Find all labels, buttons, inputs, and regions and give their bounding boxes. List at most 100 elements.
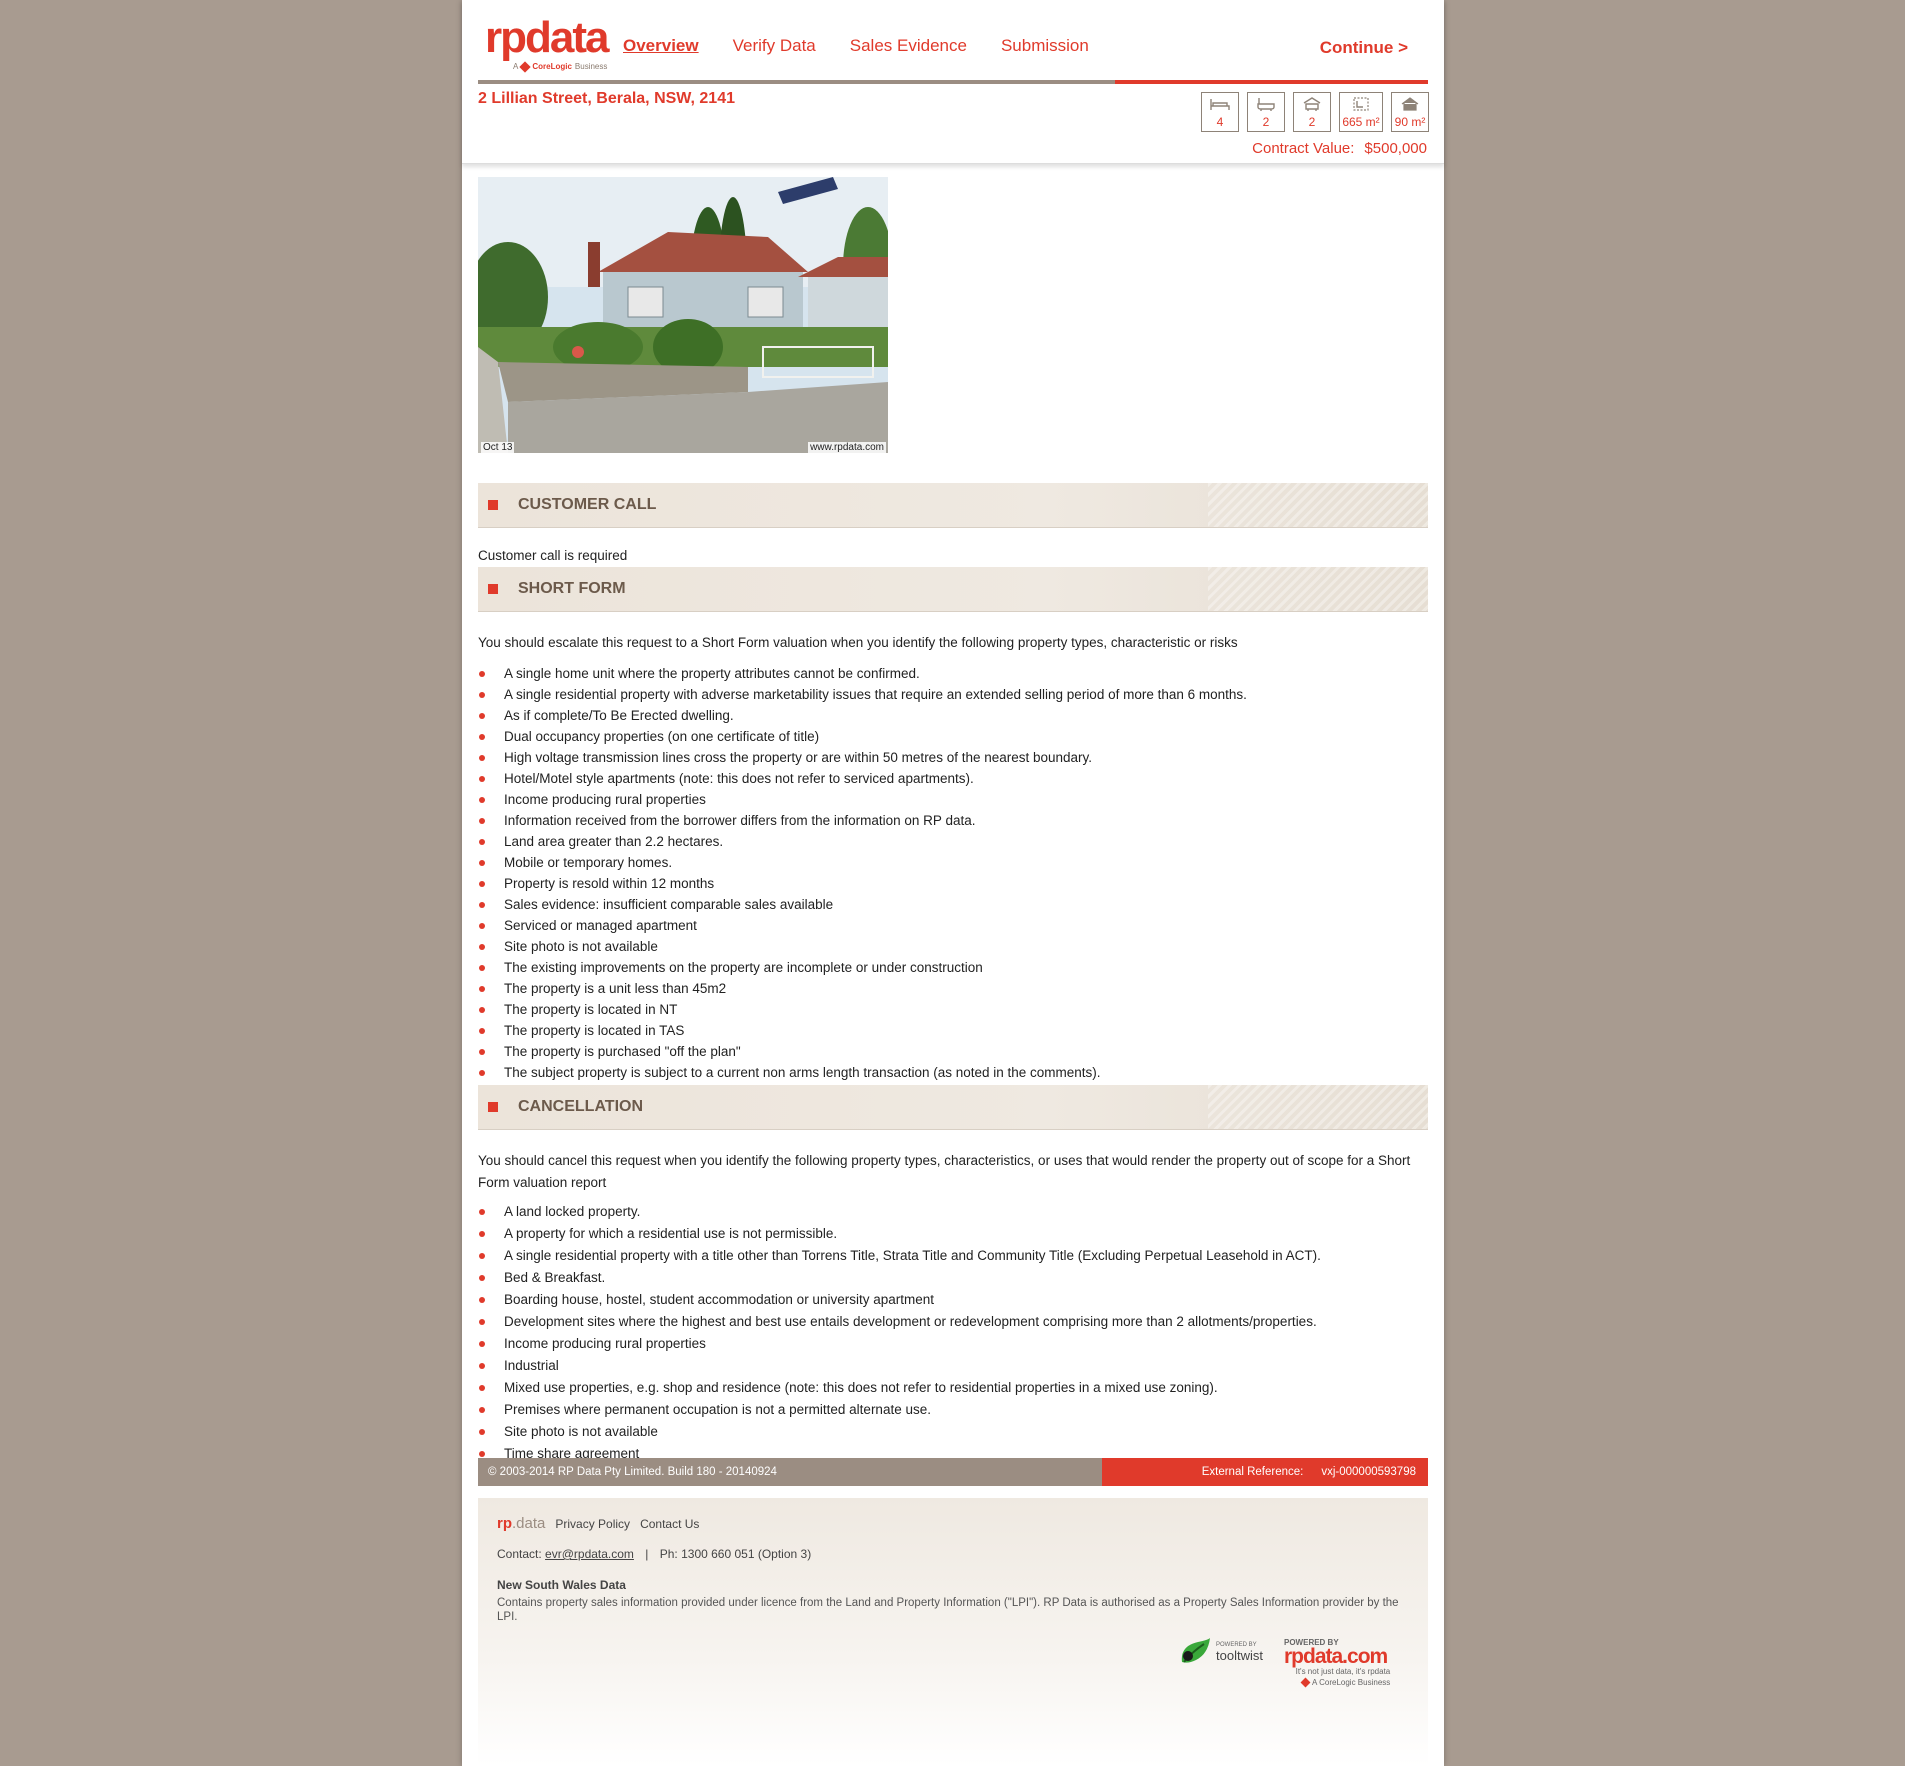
phone-text: Ph: 1300 660 051 (Option 3)	[659, 1547, 812, 1561]
list-item: Site photo is not available	[478, 936, 1428, 957]
list-item: Hotel/Motel style apartments (note: this…	[478, 768, 1428, 789]
contract-label: Contract Value:	[1252, 140, 1355, 157]
property-address: 2 Lillian Street, Berala, NSW, 2141	[478, 90, 735, 107]
tooltwist-badge[interactable]: POWERED BY tooltwist	[1178, 1638, 1263, 1666]
nsw-data-title: New South Wales Data	[497, 1578, 626, 1592]
list-item: Site photo is not available	[478, 1421, 1428, 1443]
list-item: The property is purchased "off the plan"	[478, 1041, 1428, 1062]
bed-icon	[1210, 99, 1230, 110]
privacy-policy-link[interactable]: Privacy Policy	[555, 1517, 630, 1531]
rpdatacom-corelogic: A CoreLogic Business	[1300, 1677, 1391, 1688]
short-form-list: A single home unit where the property at…	[478, 663, 1428, 1083]
land-area-icon	[1353, 97, 1369, 111]
corelogic-icon	[1300, 1677, 1311, 1688]
cancellation-intro: You should cancel this request when you …	[478, 1153, 1411, 1190]
customer-call-text: Customer call is required	[478, 548, 628, 563]
list-item: As if complete/To Be Erected dwelling.	[478, 705, 1428, 726]
contact-us-link[interactable]: Contact Us	[640, 1517, 699, 1531]
bath-icon	[1257, 98, 1275, 111]
list-item: Development sites where the highest and …	[478, 1311, 1428, 1333]
footer-logo-data: .data	[512, 1515, 546, 1532]
tooltwist-powered: POWERED BY	[1216, 1641, 1257, 1648]
rpdatacom-badge[interactable]: POWERED BY rpdata.com It's not just data…	[1284, 1638, 1391, 1688]
status-bar: © 2003-2014 RP Data Pty Limited. Build 1…	[478, 1458, 1428, 1486]
rpdatacom-tagline: It's not just data, it's rpdata	[1295, 1667, 1391, 1676]
logo-tagline: A CoreLogic Business	[513, 60, 615, 73]
list-item: The existing improvements on the propert…	[478, 957, 1428, 978]
footer-logo-rp: rp	[497, 1515, 512, 1532]
footer-logo: rp.data	[497, 1515, 545, 1532]
ext-ref-label: External Reference:	[1201, 1466, 1304, 1478]
cancellation-list: A land locked property. A property for wh…	[478, 1201, 1428, 1465]
list-item: A single home unit where the property at…	[478, 663, 1428, 684]
logo-sub-brand: CoreLogic	[532, 62, 572, 71]
list-item: Serviced or managed apartment	[478, 915, 1428, 936]
section-title: SHORT FORM	[518, 580, 626, 597]
list-item: Sales evidence: insufficient comparable …	[478, 894, 1428, 915]
photo-date: Oct 13	[481, 442, 515, 453]
rpdata-logo[interactable]: rpdata A CoreLogic Business	[485, 16, 615, 76]
list-item: Boarding house, hostel, student accommod…	[478, 1289, 1428, 1311]
section-marker-icon	[488, 1102, 498, 1112]
nav-sales-evidence[interactable]: Sales Evidence	[850, 36, 967, 56]
continue-button[interactable]: Continue >	[1320, 38, 1408, 58]
tooltwist-leaf-icon	[1181, 1638, 1210, 1663]
attr-land-area-value: 665 m²	[1342, 115, 1380, 129]
list-item: Income producing rural properties	[478, 789, 1428, 810]
list-item: The subject property is subject to a cur…	[478, 1062, 1428, 1083]
list-item: Bed & Breakfast.	[478, 1267, 1428, 1289]
footer-contact: Contact: evr@rpdata.com | Ph: 1300 660 0…	[497, 1547, 811, 1561]
progress-fill	[1114, 80, 1428, 84]
list-item: Mobile or temporary homes.	[478, 852, 1428, 873]
short-form-intro: You should escalate this request to a Sh…	[478, 635, 1238, 650]
list-item: Premises where permanent occupation is n…	[478, 1399, 1428, 1421]
nav-submission[interactable]: Submission	[1001, 36, 1089, 56]
external-reference: External Reference: vxj-000000593798	[1102, 1458, 1428, 1486]
ext-ref-value: vxj-000000593798	[1321, 1466, 1416, 1478]
licence-text: Contains property sales information prov…	[497, 1597, 1399, 1623]
attr-land-area: 665 m²	[1339, 92, 1383, 132]
list-item: A property for which a residential use i…	[478, 1223, 1428, 1245]
car-icon	[1303, 97, 1321, 111]
house-photo-illustration	[478, 177, 888, 453]
attr-bathrooms: 2	[1247, 92, 1285, 132]
list-item: Information received from the borrower d…	[478, 810, 1428, 831]
nav-verify-data[interactable]: Verify Data	[733, 36, 816, 56]
tooltwist-name: tooltwist	[1216, 1647, 1263, 1663]
logo-wordmark: rpdata	[485, 13, 609, 62]
attr-carspaces: 2	[1293, 92, 1331, 132]
list-item: Dual occupancy properties (on one certif…	[478, 726, 1428, 747]
contact-label: Contact:	[497, 1547, 542, 1561]
section-title: CUSTOMER CALL	[518, 496, 657, 513]
footer-links: rp.data Privacy Policy Contact Us	[497, 1515, 699, 1532]
logo-sub-suffix: Business	[574, 62, 608, 71]
copyright-text: © 2003-2014 RP Data Pty Limited. Build 1…	[478, 1458, 1102, 1486]
property-attributes: 4 2 2 665 m² 90 m²	[1201, 92, 1429, 132]
section-header-customer-call: CUSTOMER CALL	[478, 483, 1428, 528]
list-item: A single residential property with a tit…	[478, 1245, 1428, 1267]
corelogic-icon	[519, 60, 532, 73]
section-header-cancellation: CANCELLATION	[478, 1085, 1428, 1130]
attr-bathrooms-value: 2	[1262, 115, 1270, 129]
contract-amount: $500,000	[1364, 140, 1427, 157]
section-title: CANCELLATION	[518, 1098, 644, 1115]
nav-overview[interactable]: Overview	[623, 36, 699, 56]
list-item: The property is located in NT	[478, 999, 1428, 1020]
attr-floor-area-value: 90 m²	[1394, 115, 1426, 129]
logo-sub-prefix: A	[513, 62, 519, 71]
attr-carspaces-value: 2	[1308, 115, 1316, 129]
main-nav: Overview Verify Data Sales Evidence Subm…	[623, 36, 1089, 56]
list-item: High voltage transmission lines cross th…	[478, 747, 1428, 768]
main-content: CUSTOMER CALL Customer call is required …	[478, 483, 1428, 1465]
page: rpdata A CoreLogic Business Overview Ver…	[462, 0, 1444, 1766]
footer: rp.data Privacy Policy Contact Us Contac…	[478, 1498, 1428, 1766]
attr-bedrooms: 4	[1201, 92, 1239, 132]
rpdatacom-cl-text: A CoreLogic Business	[1312, 1678, 1391, 1687]
list-item: Industrial	[478, 1355, 1428, 1377]
email-link[interactable]: evr@rpdata.com	[545, 1547, 634, 1561]
list-item: Income producing rural properties	[478, 1333, 1428, 1355]
section-marker-icon	[488, 500, 498, 510]
rpdatacom-name: rpdata.com	[1284, 1645, 1388, 1668]
list-item: The property is a unit less than 45m2	[478, 978, 1428, 999]
photo-watermark: www.rpdata.com	[808, 442, 886, 453]
